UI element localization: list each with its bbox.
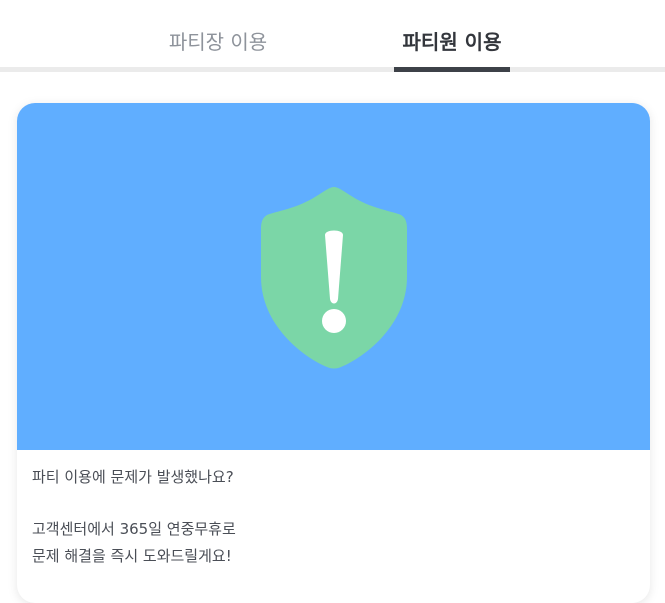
card-description: 파티 이용에 문제가 발생했나요? 고객센터에서 365일 연중무휴로 문제 해… (32, 464, 632, 570)
card-question: 파티 이용에 문제가 발생했나요? (32, 468, 234, 486)
support-card[interactable]: 파티 이용에 문제가 발생했나요? 고객센터에서 365일 연중무휴로 문제 해… (17, 103, 650, 603)
card-line-1: 고객센터에서 365일 연중무휴로 (32, 520, 236, 538)
active-tab-indicator (394, 67, 510, 72)
tab-bar: 파티장 이용 파티원 이용 (0, 0, 665, 72)
shield-exclamation-icon (261, 187, 407, 369)
tab-party-host[interactable]: 파티장 이용 (138, 26, 298, 72)
card-hero-banner (17, 103, 650, 450)
card-line-2: 문제 해결을 즉시 도와드릴게요! (32, 547, 232, 565)
tab-party-member[interactable]: 파티원 이용 (376, 26, 528, 72)
